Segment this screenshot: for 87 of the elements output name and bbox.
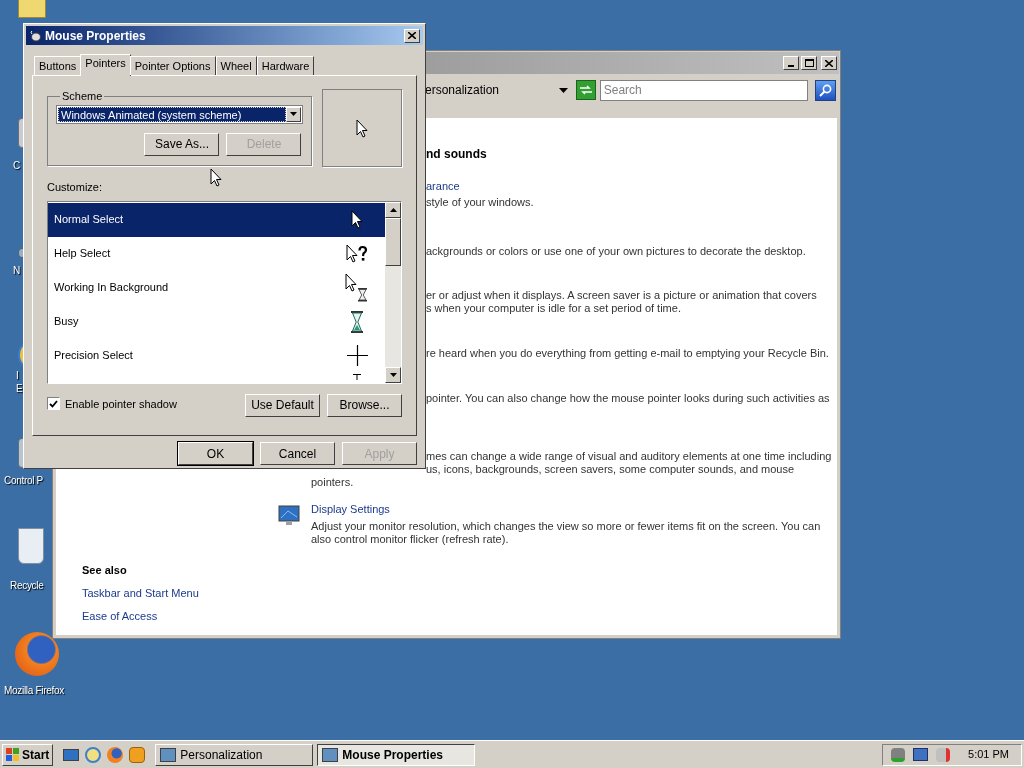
description-text: ackgrounds or colors or use one of your own pictures to decorate the desktop. <box>426 245 807 258</box>
media-player-icon[interactable] <box>129 746 146 763</box>
firefox-icon[interactable] <box>107 746 124 763</box>
tab[interactable]: Pointers <box>80 54 131 76</box>
up-arrow-icon <box>389 207 397 212</box>
close-button[interactable] <box>821 56 837 70</box>
firefox-icon <box>15 632 59 676</box>
pointer-row[interactable]: Precision Select <box>48 338 385 373</box>
desktop-icon-label: Recycle <box>10 579 44 592</box>
scroll-up-button[interactable] <box>385 201 401 218</box>
pointer-row[interactable]: Help Select <box>48 236 385 271</box>
pointer-action-button[interactable]: Use Default <box>245 393 320 417</box>
checkbox-label: Enable pointer shadow <box>65 396 177 412</box>
address-field[interactable]: ersonalization <box>413 80 572 100</box>
description-text: re heard when you do everything from getting e-mail to emptying your Recycle Bin. <box>426 347 830 360</box>
minimize-button[interactable] <box>783 56 799 70</box>
maximize-button[interactable] <box>801 56 817 70</box>
search-icon <box>819 83 833 97</box>
show-desktop-icon[interactable] <box>63 748 80 761</box>
description-text: pointer. You can also change how the mouse pointer looks during such activities as <box>426 392 831 405</box>
hourglass-icon <box>351 310 363 333</box>
desktop-icon-label: I <box>16 369 19 382</box>
tab[interactable]: Wheel <box>215 56 257 75</box>
arrow-cursor-icon <box>356 118 369 138</box>
dropdown-icon <box>558 87 568 93</box>
section-heading: nd sounds <box>426 147 488 161</box>
settings-link[interactable]: arance <box>426 179 837 193</box>
search-button[interactable] <box>815 79 836 101</box>
tab[interactable]: Hardware <box>256 56 315 75</box>
description-text: s when your computer is idle for a set period of time. <box>426 302 682 315</box>
pointer-row[interactable]: Working In Background <box>48 270 385 305</box>
monitor-icon <box>278 505 300 527</box>
search-field[interactable]: Search <box>599 79 809 101</box>
desktop-icon-label: E <box>16 382 23 395</box>
close-button[interactable] <box>404 28 420 43</box>
dialog-button[interactable]: OK <box>178 442 253 465</box>
settings-link[interactable]: Display Settings <box>311 502 823 516</box>
scheme-button[interactable]: Save As... <box>144 132 220 156</box>
text-cursor-icon <box>353 373 361 380</box>
customize-label: Customize: <box>47 180 104 195</box>
desktop-icon-label: Control P <box>4 474 43 487</box>
tab[interactable]: Pointer Options <box>129 56 216 75</box>
dialog-button[interactable]: Cancel <box>260 442 335 465</box>
help-cursor-icon <box>346 244 368 263</box>
recycle-bin-icon <box>18 528 44 564</box>
mouse-icon <box>29 29 41 42</box>
scheme-dropdown[interactable]: Windows Animated (system scheme) <box>56 104 303 124</box>
check-icon <box>49 399 58 408</box>
dropdown-button[interactable] <box>286 106 301 122</box>
pointer-row[interactable]: Busy <box>48 304 385 339</box>
scroll-thumb[interactable] <box>385 217 401 266</box>
window-title: Mouse Properties <box>45 27 147 45</box>
device-icon[interactable] <box>891 747 906 762</box>
description-text: us, icons, backgrounds, screen savers, some computer sounds, and mouse <box>426 463 796 476</box>
pointer-row[interactable]: Normal Select <box>48 202 385 237</box>
windows-logo-icon <box>6 747 20 762</box>
start-button[interactable]: Start <box>2 743 54 766</box>
tab[interactable]: Buttons <box>34 56 82 75</box>
see-also-link[interactable]: Taskbar and Start Menu <box>82 586 837 600</box>
refresh-icon <box>578 85 593 95</box>
desktop-icon-label: N <box>13 264 20 277</box>
mouse-cursor-icon <box>210 168 222 187</box>
group-label: Scheme <box>61 89 104 104</box>
desktop-icon-label: C <box>13 159 20 172</box>
scroll-down-button[interactable] <box>385 366 401 383</box>
description-text: mes can change a wide range of visual and auditory elements at one time including <box>426 450 833 463</box>
pointer-action-button[interactable]: Browse... <box>327 393 402 417</box>
see-also-heading: See also <box>82 563 128 577</box>
refresh-button[interactable] <box>575 80 596 100</box>
see-also-link[interactable]: Ease of Access <box>82 609 837 623</box>
close-icon <box>408 32 416 39</box>
description-text: er or adjust when it displays. A screen saver is a picture or animation that covers <box>426 289 818 302</box>
close-icon <box>825 59 833 67</box>
volume-muted-icon[interactable] <box>936 747 951 762</box>
description-text: pointers. <box>311 476 355 489</box>
clock: 5:01 PM <box>968 747 1009 763</box>
checkbox[interactable] <box>47 397 60 411</box>
desktop-icon-label: Mozilla Firefox <box>4 684 64 697</box>
dropdown-icon <box>290 112 297 116</box>
description-text: style of your windows. <box>426 196 535 209</box>
down-arrow-icon <box>389 372 397 377</box>
taskbar-task[interactable]: Mouse Properties <box>317 743 476 766</box>
crosshair-icon <box>346 345 368 366</box>
taskbar-task[interactable]: Personalization <box>155 743 314 766</box>
description-text: Adjust your monitor resolution, which changes the view so more or fewer items fit on the screen. You can also control monitor flicker (refresh rate). <box>311 520 822 546</box>
working-cursor-icon <box>345 272 369 303</box>
arrow-cursor-icon <box>351 210 363 229</box>
